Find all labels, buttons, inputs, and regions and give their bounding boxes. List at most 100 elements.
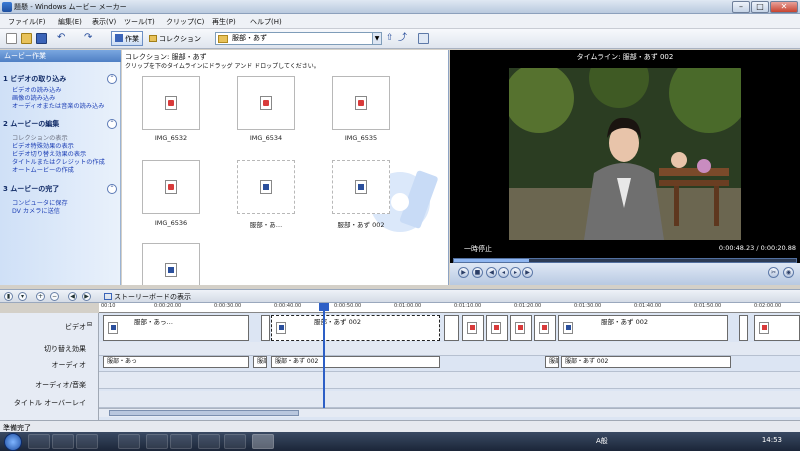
- playback-time: 0:00:48.23 / 0:00:20.88: [718, 244, 796, 252]
- task-import-audio[interactable]: オーディオまたは音楽の読み込み: [12, 101, 104, 110]
- taskbar-movie-maker-icon[interactable]: [252, 434, 274, 449]
- timeline-scrollbar[interactable]: [99, 408, 800, 417]
- taskbar-pdf-icon[interactable]: [224, 434, 246, 449]
- rewind-timeline-icon[interactable]: ◀: [68, 292, 77, 301]
- fast-forward-icon[interactable]: ▶: [522, 267, 533, 278]
- image-icon: [515, 322, 525, 334]
- audio-clip[interactable]: 服部・あず 002: [271, 356, 440, 368]
- menu-clip[interactable]: クリップ(C): [166, 17, 204, 27]
- clock: 14:53: [761, 436, 782, 444]
- taskbar-ie-icon[interactable]: [146, 434, 168, 449]
- audio-clip[interactable]: 服部・あず 002: [561, 356, 731, 368]
- clip-thumbnail[interactable]: [237, 160, 295, 214]
- clip-thumbnail[interactable]: [142, 160, 200, 214]
- menu-file[interactable]: ファイル(F): [8, 17, 46, 27]
- tasks-button[interactable]: 作業: [111, 31, 143, 46]
- save-project-icon[interactable]: [36, 33, 47, 44]
- set-audio-levels-icon[interactable]: ▮: [4, 292, 13, 301]
- clip-thumbnail[interactable]: [237, 76, 295, 130]
- expand-track-icon[interactable]: ⊟: [87, 321, 92, 328]
- redo-icon[interactable]: ↷: [84, 33, 95, 44]
- image-clip[interactable]: [462, 315, 484, 341]
- title-bar: 題懸 - Windows ムービー メーカー – □ ✕: [0, 0, 800, 14]
- image-clip[interactable]: [510, 315, 532, 341]
- menu-play[interactable]: 再生(P): [212, 17, 236, 27]
- chevron-down-icon[interactable]: ▼: [372, 33, 381, 44]
- next-frame-icon[interactable]: ▸: [510, 267, 521, 278]
- video-clip[interactable]: 服部・あず 002: [558, 315, 728, 341]
- folder-icon: [218, 35, 228, 43]
- video-clip-label: 服部・あず 002: [314, 318, 361, 326]
- open-project-icon[interactable]: [21, 33, 32, 44]
- video-clip[interactable]: [739, 315, 748, 341]
- video-clip[interactable]: [261, 315, 270, 341]
- menu-tools[interactable]: ツール(T): [124, 17, 155, 27]
- video-clip[interactable]: [754, 315, 800, 341]
- up-level-icon[interactable]: ⇧: [386, 33, 397, 44]
- collection-select[interactable]: 服部・あず ▼: [215, 32, 382, 45]
- audio-clip[interactable]: 服部: [545, 356, 559, 368]
- collections-button[interactable]: コレクション: [145, 31, 205, 46]
- undo-icon[interactable]: ↶: [57, 33, 68, 44]
- menu-help[interactable]: ヘルプ(H): [250, 17, 282, 27]
- split-clip-icon[interactable]: ✂: [768, 267, 779, 278]
- new-project-icon[interactable]: [6, 33, 17, 44]
- menu-view[interactable]: 表示(V): [92, 17, 116, 27]
- task-automovie[interactable]: オートムービーの作成: [12, 165, 74, 174]
- minimize-button[interactable]: –: [732, 1, 750, 13]
- timeline-ruler[interactable]: 00:10 0:00:20.00 0:00:30.00 0:00:40.00 0…: [99, 303, 800, 313]
- audio-clip[interactable]: 服部: [253, 356, 267, 368]
- playback-controls: ▶ ■ ◀ ◂ ▸ ▶ ✂ ◉: [450, 263, 800, 285]
- video-clip[interactable]: [444, 315, 459, 341]
- video-clip[interactable]: 服部・あっ…: [103, 315, 249, 341]
- image-clip[interactable]: [534, 315, 556, 341]
- taskbar-app-icon[interactable]: [118, 434, 140, 449]
- title-overlay-track[interactable]: [99, 391, 800, 408]
- collapse-icon[interactable]: ⌃: [107, 119, 117, 129]
- zoom-in-icon[interactable]: +: [36, 292, 45, 301]
- stop-icon[interactable]: ■: [472, 267, 483, 278]
- timeline-menu-icon[interactable]: ▾: [18, 292, 27, 301]
- taskbar-explorer-icon[interactable]: [28, 434, 50, 449]
- views-icon[interactable]: [418, 33, 429, 44]
- music-track[interactable]: [99, 371, 800, 389]
- new-folder-icon[interactable]: ⤴: [398, 33, 409, 44]
- ruler-tick: 0:01:50.00: [694, 303, 722, 309]
- track-label-audio-music: オーディオ/音楽: [35, 381, 86, 389]
- transition-track[interactable]: [99, 342, 800, 356]
- clip-thumbnail[interactable]: [332, 160, 390, 214]
- taskbar-app-icon[interactable]: [170, 434, 192, 449]
- play-icon[interactable]: ▶: [458, 267, 469, 278]
- collapse-icon[interactable]: ⌃: [107, 184, 117, 194]
- play-timeline-icon[interactable]: ▶: [82, 292, 91, 301]
- section-capture-title[interactable]: 1 ビデオの取り込み: [3, 74, 66, 84]
- ime-indicator[interactable]: A般: [596, 436, 608, 446]
- storyboard-toggle[interactable]: ストーリーボードの表示: [104, 292, 191, 302]
- playhead[interactable]: [323, 303, 325, 408]
- collection-select-value: 服部・あず: [232, 34, 267, 42]
- toolbar: ↶ ↷ 作業 コレクション 服部・あず ▼ ⇧ ⤴: [0, 29, 800, 49]
- rewind-icon[interactable]: ◀: [486, 267, 497, 278]
- taskbar-media-icon[interactable]: [52, 434, 74, 449]
- taskbar-folder-icon[interactable]: [198, 434, 220, 449]
- previous-frame-icon[interactable]: ◂: [498, 267, 509, 278]
- image-icon: [165, 96, 177, 110]
- clip-thumbnail[interactable]: [142, 76, 200, 130]
- snapshot-icon[interactable]: ◉: [783, 267, 794, 278]
- section-edit-title[interactable]: 2 ムービーの編集: [3, 119, 59, 129]
- collapse-icon[interactable]: ⌃: [107, 74, 117, 84]
- image-clip[interactable]: [486, 315, 508, 341]
- section-finish-title[interactable]: 3 ムービーの完了: [3, 184, 59, 194]
- start-button[interactable]: [4, 433, 22, 451]
- audio-clip[interactable]: 服部・あっ: [103, 356, 249, 368]
- clip-thumbnail[interactable]: [332, 76, 390, 130]
- menu-edit[interactable]: 編集(E): [58, 17, 82, 27]
- scrollbar-thumb[interactable]: [109, 410, 299, 416]
- clip-thumbnail[interactable]: [142, 243, 200, 285]
- task-send-to-dv[interactable]: DV カメラに送信: [12, 206, 60, 215]
- maximize-button[interactable]: □: [751, 1, 769, 13]
- close-button[interactable]: ✕: [770, 1, 798, 13]
- video-clip-selected[interactable]: 服部・あず 002: [271, 315, 440, 341]
- zoom-out-icon[interactable]: −: [50, 292, 59, 301]
- taskbar-app-icon[interactable]: [76, 434, 98, 449]
